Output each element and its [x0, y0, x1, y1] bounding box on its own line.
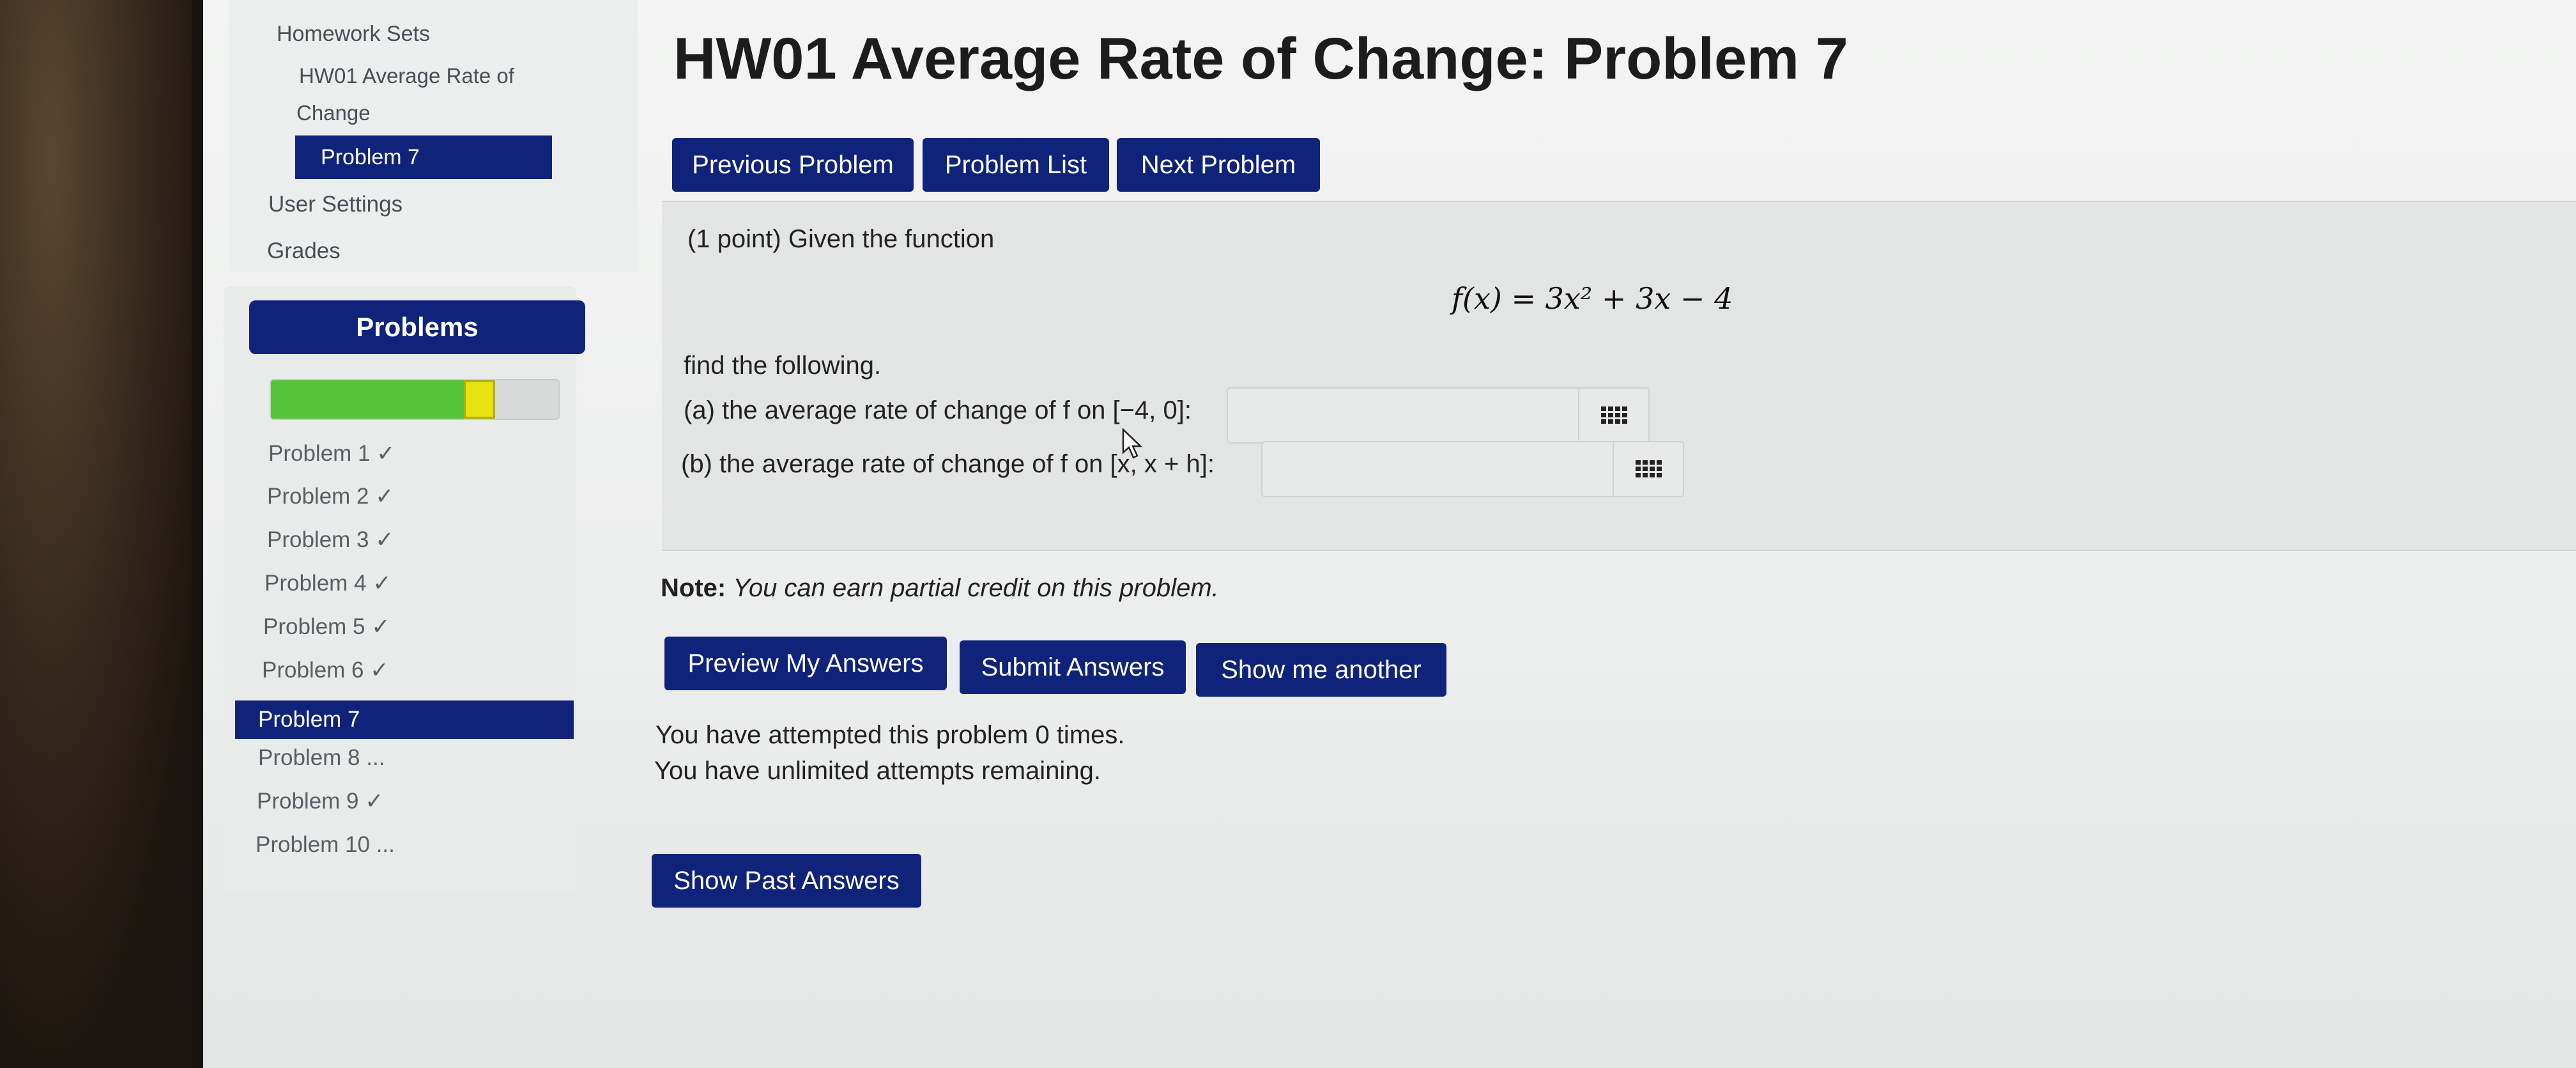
- problem-list-item[interactable]: Problem 6 ✓: [262, 658, 389, 683]
- show-another-button[interactable]: Show me another: [1196, 643, 1446, 697]
- submit-answers-button[interactable]: Submit Answers: [960, 640, 1186, 694]
- problem-list-item-active[interactable]: Problem 7: [235, 700, 574, 739]
- progress-correct: [271, 380, 464, 419]
- problem-list-item[interactable]: Problem 2 ✓: [267, 484, 394, 509]
- problem-find-text: find the following.: [684, 352, 882, 380]
- attempts-count: You have attempted this problem 0 times.: [656, 721, 1125, 749]
- attempts-remaining: You have unlimited attempts remaining.: [654, 757, 1101, 785]
- problem-list-item[interactable]: Problem 3 ✓: [267, 527, 394, 553]
- nav-grades[interactable]: Grades: [267, 238, 341, 264]
- problem-list-item[interactable]: Problem 5 ✓: [263, 614, 390, 640]
- previous-problem-button[interactable]: Previous Problem: [672, 138, 914, 192]
- page-title: HW01 Average Rate of Change: Problem 7: [673, 26, 1848, 91]
- problem-list-item[interactable]: Problem 9 ✓: [257, 789, 384, 814]
- background-left: [0, 0, 217, 1068]
- math-keyboard-icon[interactable]: [1578, 387, 1648, 444]
- answer-b-input[interactable]: [1261, 441, 1684, 497]
- problem-list-button[interactable]: Problem List: [923, 138, 1109, 192]
- browser-screen: Homework Sets HW01 Average Rate of Chang…: [203, 0, 2576, 1068]
- problem-intro: (1 point) Given the function: [687, 225, 995, 253]
- progress-bar: [270, 379, 560, 420]
- nav-user-settings[interactable]: User Settings: [268, 192, 402, 217]
- problem-list-item[interactable]: Problem 1 ✓: [268, 441, 395, 467]
- part-a-label: (a) the average rate of change of f on […: [684, 396, 1192, 424]
- mouse-cursor-icon: [1122, 428, 1143, 459]
- show-past-answers-button[interactable]: Show Past Answers: [652, 854, 921, 908]
- math-keyboard-icon[interactable]: [1613, 441, 1683, 497]
- problem-list-item[interactable]: Problem 4 ✓: [264, 571, 392, 596]
- nav-homework-sets[interactable]: Homework Sets: [277, 22, 430, 47]
- answer-a-input[interactable]: [1227, 387, 1650, 444]
- next-problem-button[interactable]: Next Problem: [1117, 138, 1320, 192]
- progress-partial: [463, 380, 495, 419]
- nav-current-problem[interactable]: Problem 7: [295, 135, 552, 179]
- note-label: Note:: [661, 574, 726, 602]
- problem-list-item[interactable]: Problem 10 ...: [256, 832, 395, 858]
- nav-set-name-cont[interactable]: Change: [296, 101, 371, 125]
- problems-header: Problems: [249, 300, 585, 354]
- nav-set-name[interactable]: HW01 Average Rate of: [299, 64, 514, 88]
- partial-credit-note: Note: You can earn partial credit on thi…: [661, 574, 1219, 603]
- preview-answers-button[interactable]: Preview My Answers: [664, 637, 947, 690]
- problem-list-item[interactable]: Problem 8 ...: [258, 745, 385, 771]
- note-text: You can earn partial credit on this prob…: [733, 574, 1219, 602]
- problem-function: f(x) = 3x² + 3x − 4: [1452, 281, 1733, 316]
